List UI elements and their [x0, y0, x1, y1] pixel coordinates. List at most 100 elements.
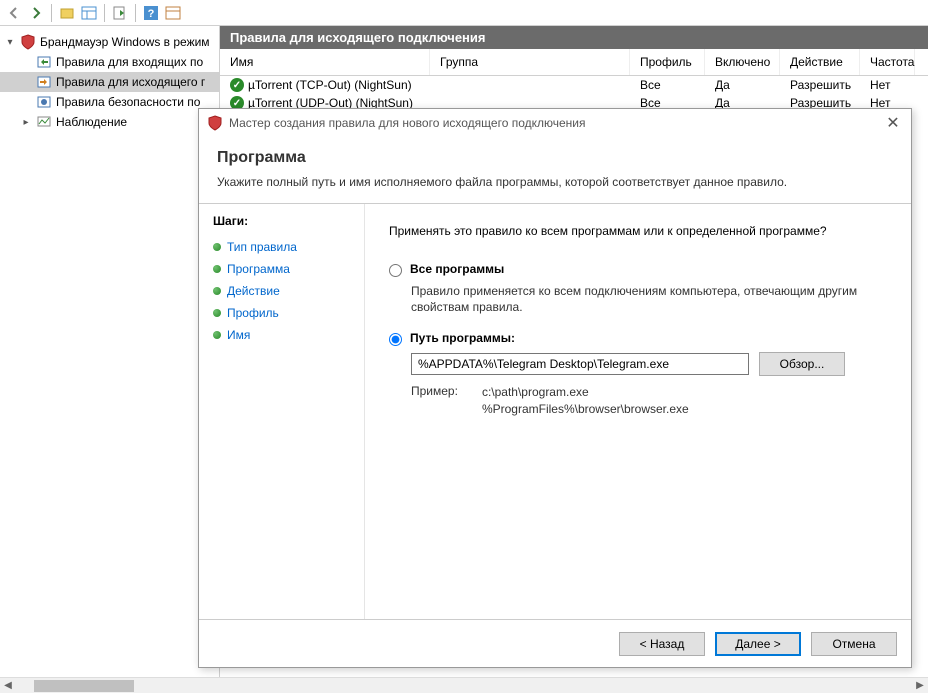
tree-item-security[interactable]: Правила безопасности по [0, 92, 219, 112]
step-label: Профиль [227, 306, 279, 320]
tree-root-label: Брандмауэр Windows в режим [40, 35, 210, 49]
next-button[interactable]: Далее > [715, 632, 801, 656]
inbound-icon [36, 54, 52, 70]
nav-tree: ▾ Брандмауэр Windows в режим Правила для… [0, 26, 220, 693]
step-label: Тип правила [227, 240, 297, 254]
scroll-left-icon[interactable]: ◀ [0, 679, 16, 693]
tree-item-inbound[interactable]: Правила для входящих по [0, 52, 219, 72]
toolbar-action-2[interactable] [79, 3, 99, 23]
horizontal-scrollbar[interactable]: ◀ ▶ [0, 677, 928, 693]
close-button[interactable]: ✕ [883, 113, 903, 133]
col-name[interactable]: Имя [220, 49, 430, 75]
security-icon [36, 94, 52, 110]
expand-icon[interactable]: ▸ [20, 116, 32, 128]
grid-header: Имя Группа Профиль Включено Действие Час… [220, 49, 928, 76]
wizard-titlebar[interactable]: Мастер создания правила для нового исход… [199, 109, 911, 137]
radio-all-label: Все программы [410, 262, 504, 276]
col-enabled[interactable]: Включено [705, 49, 780, 75]
radio-program-path[interactable] [389, 333, 402, 346]
tree-label: Правила для исходящего г [56, 75, 205, 89]
arrow-left-icon [7, 6, 21, 20]
wizard-heading: Программа [217, 149, 893, 167]
rules-grid: Имя Группа Профиль Включено Действие Час… [220, 49, 928, 112]
help-button[interactable]: ? [141, 3, 161, 23]
cell-name: µTorrent (TCP-Out) (NightSun) [248, 78, 412, 92]
wizard-footer: < Назад Далее > Отмена [199, 619, 911, 667]
panel-header: Правила для исходящего подключения [220, 26, 928, 49]
toolbar-action-3[interactable] [110, 3, 130, 23]
cell-group [430, 76, 630, 94]
back-button[interactable] [4, 3, 24, 23]
step-dot-icon [213, 287, 221, 295]
program-path-input[interactable] [411, 353, 749, 375]
wizard-question: Применять это правило ко всем программам… [389, 224, 887, 238]
step-label: Имя [227, 328, 250, 342]
layout-icon [81, 5, 97, 21]
export-icon [112, 5, 128, 21]
tree-label: Правила безопасности по [56, 95, 200, 109]
example-path-2: %ProgramFiles%\browser\browser.exe [482, 401, 689, 417]
col-action[interactable]: Действие [780, 49, 860, 75]
col-group[interactable]: Группа [430, 49, 630, 75]
table-row[interactable]: ✓ µTorrent (TCP-Out) (NightSun) Все Да Ра… [220, 76, 928, 94]
monitoring-icon [36, 114, 52, 130]
step-label: Программа [227, 262, 290, 276]
help-icon: ? [143, 5, 159, 21]
cancel-button[interactable]: Отмена [811, 632, 897, 656]
scrollbar-thumb[interactable] [34, 680, 134, 692]
panel-icon [165, 5, 181, 21]
tree-label: Правила для входящих по [56, 55, 203, 69]
wizard-steps: Шаги: Тип правила Программа Действие Про… [199, 204, 364, 619]
step-dot-icon [213, 265, 221, 273]
step-rule-type[interactable]: Тип правила [213, 236, 350, 258]
step-label: Действие [227, 284, 280, 298]
steps-title: Шаги: [213, 214, 350, 228]
toolbar-action-4[interactable] [163, 3, 183, 23]
option-all-programs[interactable]: Все программы [389, 262, 887, 277]
step-program[interactable]: Программа [213, 258, 350, 280]
check-icon: ✓ [230, 78, 244, 92]
radio-path-label: Путь программы: [410, 331, 515, 345]
col-profile[interactable]: Профиль [630, 49, 705, 75]
wizard-title-text: Мастер создания правила для нового исход… [229, 116, 586, 130]
expand-icon[interactable]: ▾ [4, 36, 16, 48]
firewall-icon [207, 115, 223, 131]
folder-icon [59, 5, 75, 21]
browse-button[interactable]: Обзор... [759, 352, 845, 376]
step-name[interactable]: Имя [213, 324, 350, 346]
col-rate[interactable]: Частота [860, 49, 915, 75]
arrow-right-icon [29, 6, 43, 20]
scroll-right-icon[interactable]: ▶ [912, 679, 928, 693]
cell-rate: Нет [860, 76, 915, 94]
toolbar-action-1[interactable] [57, 3, 77, 23]
back-button[interactable]: < Назад [619, 632, 705, 656]
step-dot-icon [213, 309, 221, 317]
step-action[interactable]: Действие [213, 280, 350, 302]
step-profile[interactable]: Профиль [213, 302, 350, 324]
radio-all-description: Правило применяется ко всем подключениям… [411, 283, 887, 315]
radio-all-programs[interactable] [389, 264, 402, 277]
firewall-icon [20, 34, 36, 50]
option-program-path[interactable]: Путь программы: [389, 331, 887, 346]
step-dot-icon [213, 331, 221, 339]
wizard-content: Применять это правило ко всем программам… [364, 204, 911, 619]
cell-enabled: Да [705, 76, 780, 94]
wizard-header: Программа Укажите полный путь и имя испо… [199, 137, 911, 203]
step-dot-icon [213, 243, 221, 251]
svg-text:?: ? [148, 8, 155, 20]
tree-root[interactable]: ▾ Брандмауэр Windows в режим [0, 32, 219, 52]
example-path-1: c:\path\program.exe [482, 384, 689, 400]
wizard-description: Укажите полный путь и имя исполняемого ф… [217, 175, 893, 189]
toolbar: ? [0, 0, 928, 26]
tree-item-monitoring[interactable]: ▸ Наблюдение [0, 112, 219, 132]
wizard-dialog: Мастер создания правила для нового исход… [198, 108, 912, 668]
cell-profile: Все [630, 76, 705, 94]
forward-button[interactable] [26, 3, 46, 23]
example-paths: c:\path\program.exe %ProgramFiles%\brows… [482, 384, 689, 416]
close-icon: ✕ [886, 113, 899, 133]
outbound-icon [36, 74, 52, 90]
tree-label: Наблюдение [56, 115, 127, 129]
cell-action: Разрешить [780, 76, 860, 94]
example-label: Пример: [411, 384, 458, 416]
tree-item-outbound[interactable]: Правила для исходящего г [0, 72, 219, 92]
